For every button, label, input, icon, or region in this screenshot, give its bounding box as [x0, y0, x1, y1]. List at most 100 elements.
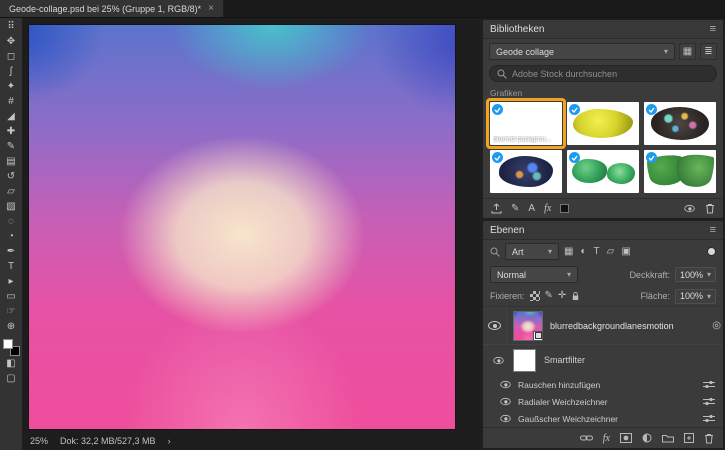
filter-name[interactable]: Gaußscher Weichzeichner: [518, 414, 618, 424]
move-tool[interactable]: ✥: [2, 35, 20, 49]
library-collection-select[interactable]: Geode collage ▾: [489, 43, 675, 60]
dodge-tool[interactable]: ◔: [2, 230, 20, 244]
brush-tool[interactable]: ✎: [2, 140, 20, 154]
add-character-style-icon[interactable]: A: [528, 203, 535, 214]
filter-type-layers-icon[interactable]: T: [594, 246, 600, 257]
lock-transparency-icon[interactable]: [529, 291, 540, 301]
zoom-level-field[interactable]: 25%: [30, 436, 48, 446]
filter-name[interactable]: Rauschen hinzufügen: [518, 380, 600, 390]
layer-visibility-eye-icon[interactable]: [488, 321, 501, 330]
filter-blend-options-icon[interactable]: [703, 397, 715, 406]
layers-panel-title[interactable]: Ebenen: [490, 225, 524, 236]
opacity-value-field[interactable]: 100% ▾: [674, 267, 716, 282]
smart-filter-mask-thumbnail[interactable]: [513, 348, 536, 372]
status-menu-chevron-icon[interactable]: ›: [168, 436, 171, 446]
filter-visibility-eye-icon[interactable]: [500, 380, 511, 389]
layer-row-smart-object[interactable]: blurredbackgroundlanesmotion ◎: [483, 307, 723, 345]
filter-shape-layers-icon[interactable]: ▱: [607, 246, 615, 257]
library-search-box[interactable]: [489, 65, 717, 82]
panel-menu-icon[interactable]: ≡: [710, 224, 716, 236]
crop-tool[interactable]: #: [2, 95, 20, 109]
libraries-panel: Bibliotheken ≡ Geode collage ▾ ▦ ≣ Adobe…: [483, 20, 723, 218]
history-brush-tool[interactable]: ↺: [2, 170, 20, 184]
screen-mode-icon[interactable]: ▢: [2, 372, 20, 386]
link-layers-icon[interactable]: [579, 434, 593, 442]
sync-check-badge-icon: [569, 152, 580, 163]
type-tool[interactable]: T: [2, 260, 20, 274]
layer-filter-type-select[interactable]: Art ▾: [505, 243, 559, 260]
path-selection-tool[interactable]: ▸: [2, 275, 20, 289]
hand-tool[interactable]: ☞: [2, 305, 20, 319]
preview-eye-icon[interactable]: [684, 204, 695, 213]
sync-check-badge-icon: [492, 152, 503, 163]
add-brush-icon[interactable]: ✎: [511, 203, 519, 214]
library-asset-gradient[interactable]: blurred backgrou...: [486, 98, 566, 149]
zoom-tool[interactable]: ⊕: [2, 320, 20, 334]
smart-filter-entry[interactable]: Rauschen hinzufügen: [483, 376, 723, 393]
new-adjustment-layer-icon[interactable]: [642, 433, 652, 443]
filter-blend-options-icon[interactable]: [703, 380, 715, 389]
delete-layer-trash-icon[interactable]: [704, 433, 714, 444]
toolbar-grip-icon[interactable]: ⠿: [2, 20, 20, 34]
smart-filter-toggle-icon[interactable]: ◎: [712, 320, 723, 331]
quick-selection-tool[interactable]: ✦: [2, 80, 20, 94]
add-layer-style-icon[interactable]: fx: [544, 203, 551, 214]
library-asset-green-mineral[interactable]: [567, 150, 639, 193]
library-search-input[interactable]: [512, 68, 709, 79]
library-asset-blue-mineral[interactable]: [490, 150, 562, 193]
filter-smart-object-icon[interactable]: ▣: [621, 246, 630, 257]
layer-style-fx-icon[interactable]: fx: [603, 433, 610, 444]
layer-thumbnail[interactable]: [513, 310, 543, 341]
delete-asset-trash-icon[interactable]: [705, 203, 715, 214]
library-asset-yellow-mineral[interactable]: [567, 102, 639, 145]
gradient-tool[interactable]: ▧: [2, 200, 20, 214]
document-tab[interactable]: Geode-collage.psd bei 25% (Gruppe 1, RGB…: [0, 0, 224, 17]
filter-visibility-eye-icon[interactable]: [500, 414, 511, 423]
library-asset-dark-mineral[interactable]: [644, 102, 716, 145]
eraser-tool[interactable]: ▱: [2, 185, 20, 199]
foreground-color-swatch[interactable]: [2, 339, 13, 349]
blur-tool[interactable]: ◌: [2, 215, 20, 229]
upload-asset-icon[interactable]: [491, 203, 502, 214]
libraries-panel-title[interactable]: Bibliotheken: [490, 24, 544, 35]
status-bar: 25% Dok: 32,2 MB/527,3 MB ›: [30, 433, 455, 448]
clone-stamp-tool[interactable]: ▤: [2, 155, 20, 169]
new-layer-icon[interactable]: [684, 433, 694, 443]
blend-mode-select[interactable]: Normal ▾: [490, 266, 578, 283]
new-group-folder-icon[interactable]: [662, 434, 674, 443]
filter-pixel-layers-icon[interactable]: ▦: [564, 246, 573, 257]
filter-name[interactable]: Radialer Weichzeichner: [518, 397, 608, 407]
healing-brush-tool[interactable]: ✚: [2, 125, 20, 139]
layer-name[interactable]: blurredbackgroundlanesmotion: [550, 321, 674, 331]
filter-blend-options-icon[interactable]: [703, 414, 715, 423]
lock-position-icon[interactable]: ✛: [558, 291, 566, 301]
quick-mask-icon[interactable]: ◧: [2, 357, 20, 371]
color-swatches[interactable]: [2, 339, 20, 356]
panel-menu-icon[interactable]: ≡: [710, 23, 716, 35]
smart-filter-visibility-eye-icon[interactable]: [493, 356, 504, 364]
lock-all-icon[interactable]: [571, 291, 580, 301]
document-canvas[interactable]: [29, 25, 455, 429]
add-layer-mask-icon[interactable]: [620, 433, 632, 443]
smart-filter-entry[interactable]: Radialer Weichzeichner: [483, 393, 723, 410]
fill-value-field[interactable]: 100% ▾: [674, 288, 716, 304]
smart-filter-row[interactable]: Smartfilter: [483, 345, 723, 376]
smart-filter-indent: [483, 356, 507, 365]
layer-filter-type-value: Art: [512, 246, 524, 257]
library-asset-monstera-leaves[interactable]: [644, 150, 716, 193]
filter-visibility-eye-icon[interactable]: [500, 397, 511, 406]
lasso-tool[interactable]: ʃ: [2, 65, 20, 79]
shape-tool[interactable]: ▭: [2, 290, 20, 304]
eyedropper-tool[interactable]: ◢: [2, 110, 20, 124]
list-view-icon[interactable]: ≣: [700, 43, 717, 60]
chevron-down-icon: ▾: [566, 270, 571, 279]
pen-tool[interactable]: ✒: [2, 245, 20, 259]
lock-paint-icon[interactable]: ✎: [545, 291, 553, 301]
filter-toggle-icon[interactable]: [707, 247, 716, 256]
add-color-swatch-icon[interactable]: [560, 204, 570, 213]
filter-adjustment-layers-icon[interactable]: ◐: [580, 246, 586, 257]
tab-close-icon[interactable]: ×: [208, 3, 214, 14]
grid-view-icon[interactable]: ▦: [679, 43, 696, 60]
marquee-tool[interactable]: ◻: [2, 50, 20, 64]
smart-filter-entry[interactable]: Gaußscher Weichzeichner: [483, 410, 723, 427]
